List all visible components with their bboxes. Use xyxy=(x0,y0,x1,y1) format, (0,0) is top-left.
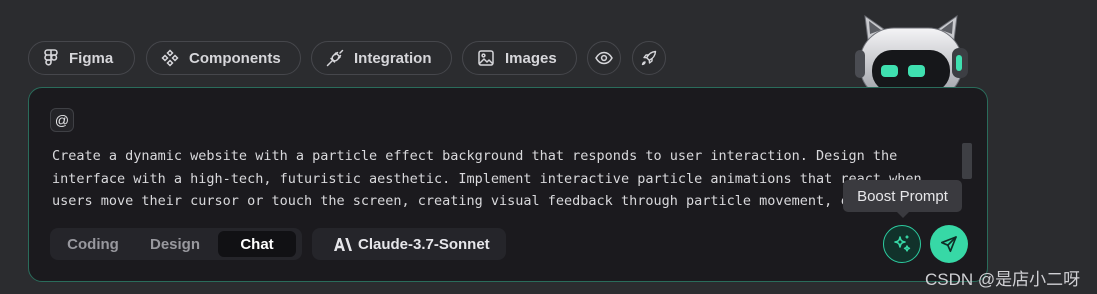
prompt-textarea[interactable]: Create a dynamic website with a particle… xyxy=(52,145,957,213)
images-label: Images xyxy=(505,49,557,67)
anthropic-logo-icon xyxy=(334,237,352,251)
tooltip-text: Boost Prompt xyxy=(857,187,948,205)
components-icon xyxy=(161,49,179,67)
plug-icon xyxy=(326,49,344,67)
eye-icon xyxy=(595,51,613,65)
integration-label: Integration xyxy=(354,49,432,67)
rocket-icon xyxy=(641,50,657,66)
mode-coding[interactable]: Coding xyxy=(54,231,132,257)
at-icon: @ xyxy=(54,112,70,128)
mention-button[interactable]: @ xyxy=(50,108,74,132)
send-button[interactable] xyxy=(930,225,968,263)
preview-button[interactable] xyxy=(587,41,621,75)
model-selector[interactable]: Claude-3.7-Sonnet xyxy=(312,228,506,260)
integration-chip[interactable]: Integration xyxy=(311,41,452,75)
sparkles-icon xyxy=(894,235,911,252)
mode-switcher: Coding Design Chat xyxy=(50,228,302,260)
model-label: Claude-3.7-Sonnet xyxy=(358,235,490,253)
figma-chip[interactable]: Figma xyxy=(28,41,135,75)
figma-icon xyxy=(44,49,58,66)
prompt-scrollbar[interactable] xyxy=(962,143,972,179)
send-icon xyxy=(940,236,957,253)
watermark: CSDN @是店小二呀 xyxy=(925,270,1081,289)
images-chip[interactable]: Images xyxy=(462,41,577,75)
boost-prompt-button[interactable] xyxy=(883,225,921,263)
deploy-button[interactable] xyxy=(632,41,666,75)
components-chip[interactable]: Components xyxy=(146,41,301,75)
components-label: Components xyxy=(189,49,281,67)
mode-design[interactable]: Design xyxy=(136,231,214,257)
figma-label: Figma xyxy=(69,49,114,67)
image-icon xyxy=(478,50,494,66)
mode-chat[interactable]: Chat xyxy=(218,231,296,257)
boost-prompt-tooltip: Boost Prompt xyxy=(843,180,962,218)
